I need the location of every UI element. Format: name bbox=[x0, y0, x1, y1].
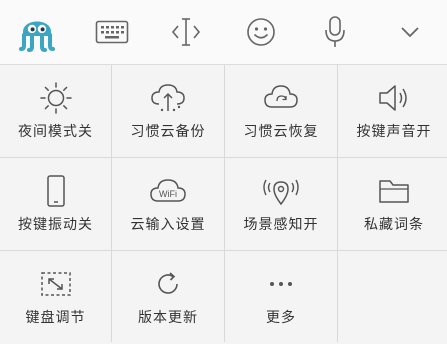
cloud-backup-label: 习惯云备份 bbox=[131, 121, 206, 141]
sun-icon bbox=[39, 81, 73, 115]
keyboard-adjust-button[interactable]: 键盘调节 bbox=[0, 251, 111, 344]
logo-button[interactable] bbox=[0, 0, 75, 64]
text-cursor-icon bbox=[169, 16, 203, 48]
cloud-refresh-icon bbox=[262, 83, 300, 113]
speaker-icon bbox=[376, 83, 412, 113]
key-sound-toggle[interactable]: 按键声音开 bbox=[338, 65, 447, 157]
cursor-button[interactable] bbox=[149, 0, 224, 64]
microphone-icon bbox=[321, 15, 349, 49]
private-words-button[interactable]: 私藏词条 bbox=[338, 158, 447, 250]
keyboard-button[interactable] bbox=[75, 0, 150, 64]
cloud-restore-button[interactable]: 习惯云恢复 bbox=[225, 65, 337, 157]
more-button[interactable]: 更多 bbox=[225, 251, 337, 344]
smiley-icon bbox=[245, 16, 277, 48]
wifi-text: WiFi bbox=[159, 189, 177, 199]
refresh-icon bbox=[153, 269, 183, 299]
more-label: 更多 bbox=[266, 307, 296, 327]
folder-icon bbox=[377, 177, 411, 205]
night-mode-label: 夜间模式关 bbox=[18, 121, 93, 141]
version-update-label: 版本更新 bbox=[138, 307, 198, 327]
cloud-upload-icon bbox=[149, 82, 187, 114]
scene-awareness-label: 场景感知开 bbox=[244, 214, 319, 234]
key-vibration-toggle[interactable]: 按键振动关 bbox=[0, 158, 111, 250]
key-sound-label: 按键声音开 bbox=[357, 121, 432, 141]
chevron-down-icon bbox=[398, 24, 422, 40]
phone-icon bbox=[44, 174, 68, 208]
version-update-button[interactable]: 版本更新 bbox=[112, 251, 224, 344]
empty-cell bbox=[338, 251, 447, 344]
voice-button[interactable] bbox=[298, 0, 373, 64]
private-words-label: 私藏词条 bbox=[364, 214, 424, 234]
resize-icon bbox=[39, 270, 73, 298]
cloud-restore-label: 习惯云恢复 bbox=[244, 121, 319, 141]
more-dots-icon bbox=[266, 279, 296, 289]
cloud-wifi-icon: WiFi bbox=[148, 176, 188, 206]
location-signal-icon bbox=[262, 174, 300, 208]
emoji-button[interactable] bbox=[224, 0, 299, 64]
scene-awareness-toggle[interactable]: 场景感知开 bbox=[225, 158, 337, 250]
keyboard-icon bbox=[95, 20, 129, 44]
quick-settings-grid: 夜间模式关 习惯云备份 习惯云恢复 bbox=[0, 65, 447, 342]
keyboard-toolbar bbox=[0, 0, 447, 65]
octopus-logo-icon bbox=[15, 12, 59, 52]
cloud-input-settings-button[interactable]: WiFi 云输入设置 bbox=[112, 158, 224, 250]
collapse-button[interactable] bbox=[373, 0, 447, 64]
cloud-backup-button[interactable]: 习惯云备份 bbox=[112, 65, 224, 157]
key-vibration-label: 按键振动关 bbox=[18, 214, 93, 234]
cloud-input-settings-label: 云输入设置 bbox=[131, 214, 206, 234]
keyboard-adjust-label: 键盘调节 bbox=[26, 307, 86, 327]
night-mode-toggle[interactable]: 夜间模式关 bbox=[0, 65, 111, 157]
